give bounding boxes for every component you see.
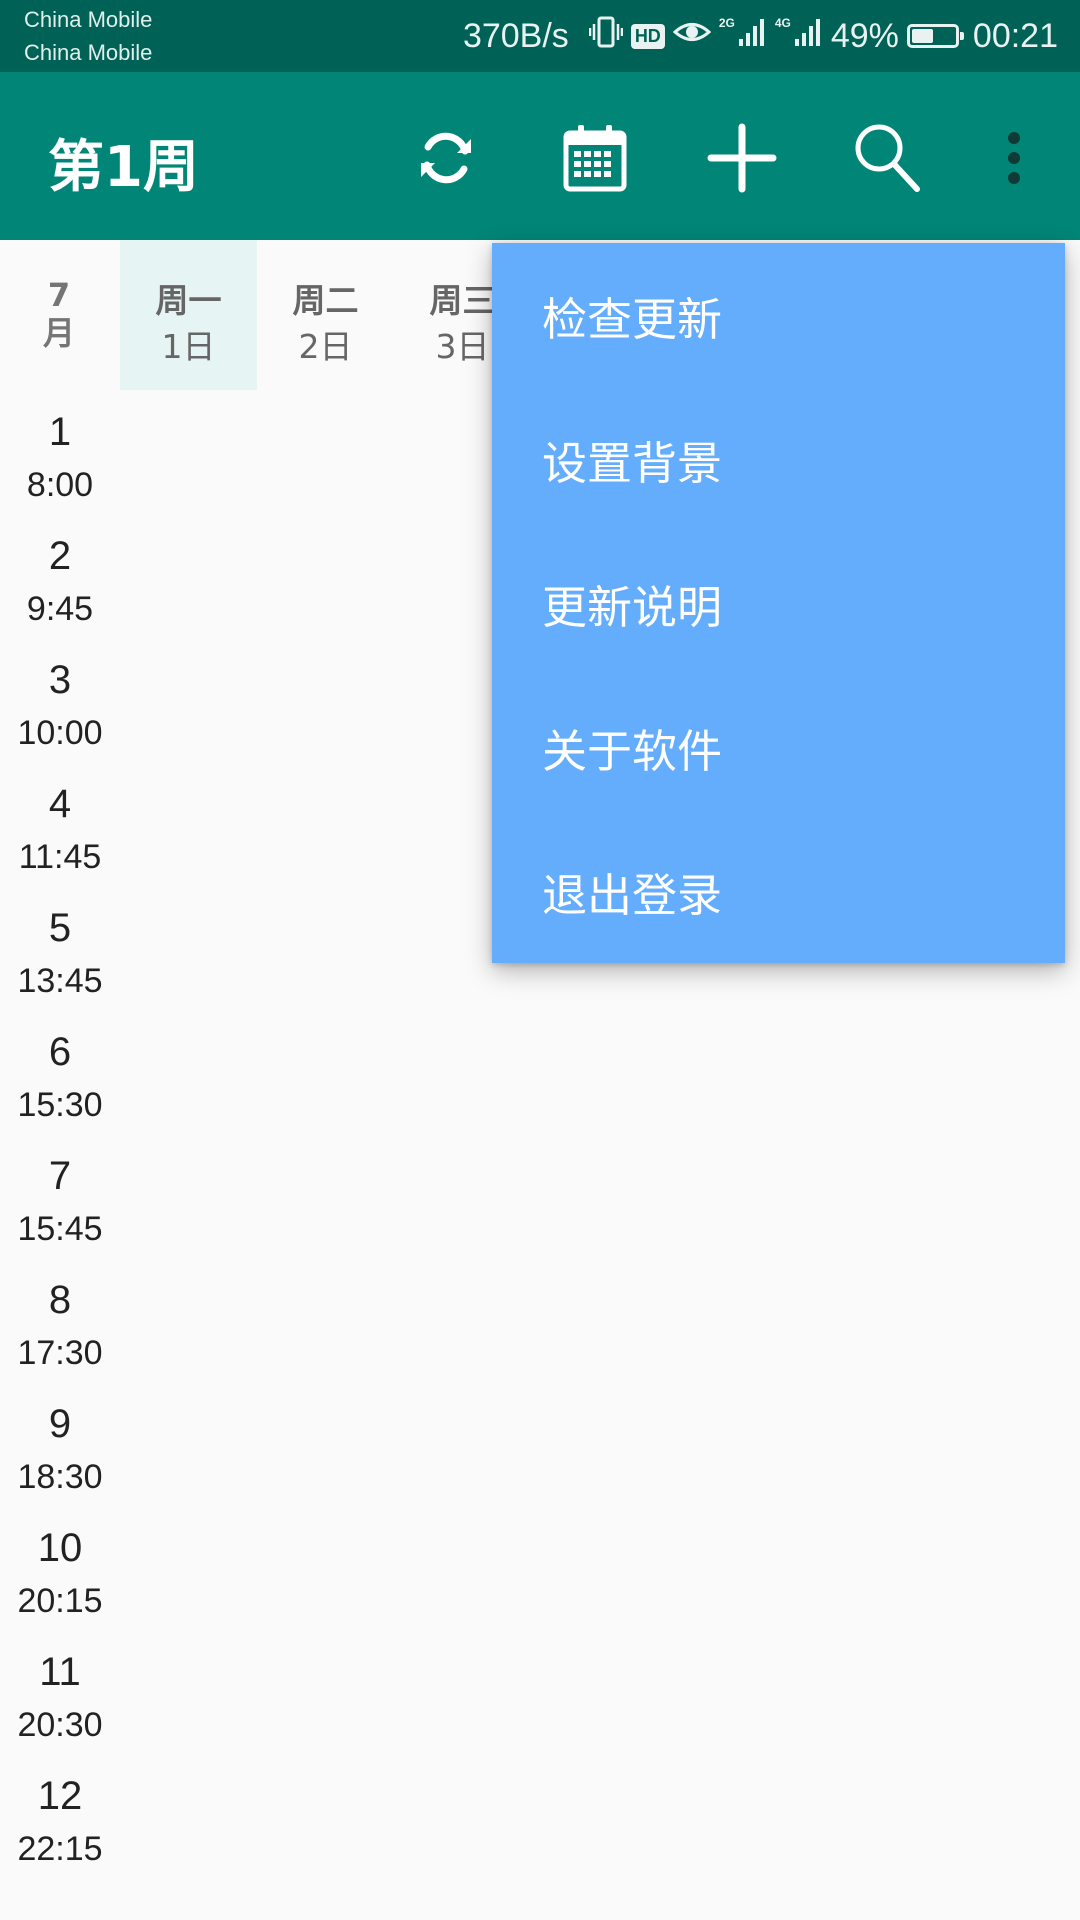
overflow-menu: 检查更新 设置背景 更新说明 关于软件 退出登录 [492, 243, 1065, 963]
day-date: 2日 [298, 327, 353, 366]
time-slot: 7 15:45 [0, 1148, 120, 1272]
menu-item-check-update[interactable]: 检查更新 [492, 243, 1065, 387]
time-slot: 4 11:45 [0, 776, 120, 900]
battery-icon [906, 24, 964, 48]
slot-time: 15:30 [17, 1086, 103, 1124]
signal-2g-label: 2G [718, 16, 735, 30]
day-name: 周二 [292, 281, 359, 320]
add-button[interactable] [694, 112, 790, 208]
slot-number: 12 [37, 1774, 83, 1818]
slot-number: 9 [48, 1402, 72, 1446]
more-vert-icon [1006, 132, 1022, 188]
slot-number: 11 [39, 1650, 81, 1694]
slot-number: 2 [48, 534, 72, 578]
hd-icon: HD [630, 23, 665, 49]
slot-time: 20:15 [17, 1582, 103, 1620]
time-slot: 11 20:30 [0, 1644, 120, 1768]
slot-time: 15:45 [17, 1210, 103, 1248]
eye-icon [672, 17, 712, 56]
menu-item-release-notes[interactable]: 更新说明 [492, 531, 1065, 675]
clock: 00:21 [972, 16, 1058, 55]
slot-time: 10:00 [17, 714, 103, 752]
slot-time: 22:15 [17, 1830, 103, 1868]
slot-number: 4 [48, 782, 72, 826]
network-speed: 370B/s [462, 16, 569, 55]
refresh-icon [411, 123, 481, 197]
day-date: 1日 [161, 327, 216, 366]
month-number: 7 [47, 276, 71, 314]
time-slot: 1 8:00 [0, 404, 120, 528]
search-button[interactable] [840, 112, 936, 208]
time-slot: 3 10:00 [0, 652, 120, 776]
signal-4g-label: 4G [774, 16, 791, 30]
time-slot: 5 13:45 [0, 900, 120, 1024]
slot-number: 10 [37, 1526, 83, 1570]
slot-time: 17:30 [17, 1334, 103, 1372]
time-slot: 12 22:15 [0, 1768, 120, 1892]
add-icon [707, 123, 777, 197]
day-column-tuesday[interactable]: 周二 2日 [257, 240, 394, 390]
slot-time: 13:45 [17, 962, 103, 1000]
more-options-button[interactable] [966, 112, 1062, 208]
time-slot: 8 17:30 [0, 1272, 120, 1396]
slot-number: 5 [48, 906, 72, 950]
search-icon [853, 122, 923, 198]
day-name: 周一 [155, 281, 222, 320]
slot-number: 7 [48, 1154, 72, 1198]
menu-item-about[interactable]: 关于软件 [492, 675, 1065, 819]
menu-item-logout[interactable]: 退出登录 [492, 819, 1065, 963]
month-label: 7 月 [20, 276, 98, 352]
app-toolbar: 第1周 [0, 72, 1080, 240]
slot-time: 9:45 [26, 590, 94, 628]
status-indicators: 370B/s HD 2G 4G 49% 00:21 [455, 0, 1058, 72]
time-slot: 10 20:15 [0, 1520, 120, 1644]
calendar-icon [562, 123, 628, 197]
carrier-label: China Mobile [24, 7, 153, 32]
slot-number: 8 [48, 1278, 72, 1322]
status-bar: China Mobile China Mobile 370B/s HD 2G 4… [0, 0, 1080, 72]
calendar-button[interactable] [547, 112, 643, 208]
month-char: 月 [42, 314, 75, 352]
battery-percent: 49% [830, 16, 899, 55]
slot-number: 1 [48, 410, 72, 454]
day-column-monday[interactable]: 周一 1日 [120, 240, 257, 390]
slot-number: 3 [48, 658, 72, 702]
time-slot: 6 15:30 [0, 1024, 120, 1148]
battery-level [911, 29, 933, 43]
slot-time: 11:45 [18, 838, 102, 876]
menu-item-set-background[interactable]: 设置背景 [492, 387, 1065, 531]
time-slot: 9 18:30 [0, 1396, 120, 1520]
carrier-label: China Mobile [24, 40, 153, 65]
slot-number: 6 [48, 1030, 72, 1074]
week-title[interactable]: 第1周 [48, 122, 199, 203]
signal-4g-icon [793, 17, 823, 56]
slot-time: 18:30 [17, 1458, 103, 1496]
signal-2g-icon [737, 17, 767, 56]
slot-time: 20:30 [17, 1706, 103, 1744]
slot-time: 8:00 [26, 466, 94, 504]
time-slot: 2 9:45 [0, 528, 120, 652]
vibrate-icon [588, 15, 624, 58]
refresh-button[interactable] [398, 112, 494, 208]
